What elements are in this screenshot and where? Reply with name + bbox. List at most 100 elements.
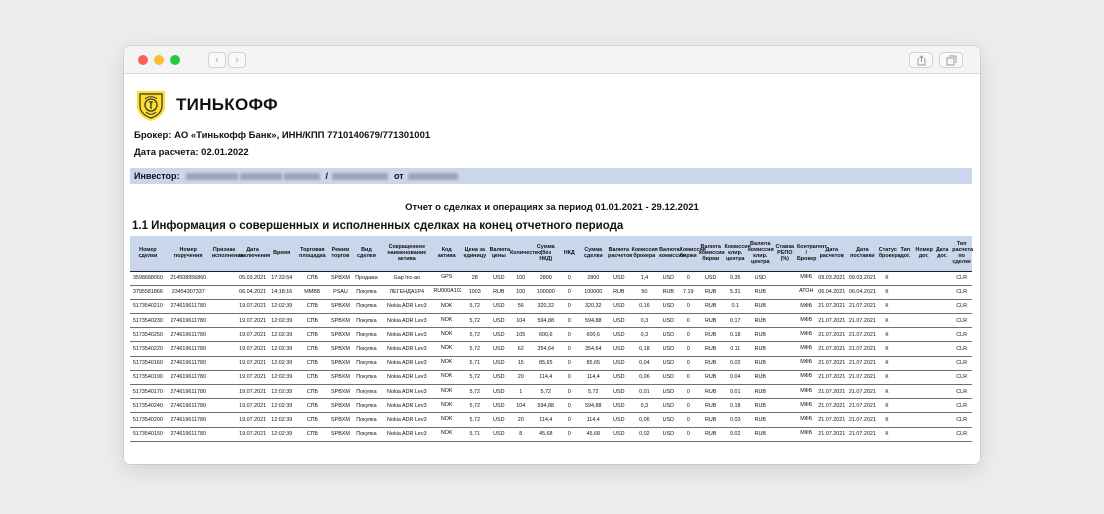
forward-button[interactable]: ›	[228, 52, 246, 68]
column-header: Цена за единицу	[460, 236, 489, 271]
investor-label: Инвестор:	[134, 171, 180, 181]
table-row: 5173540200 274619611780 19.07.2021 12:02:39…	[130, 412, 972, 428]
table-cell	[896, 398, 915, 414]
table-cell: RUB	[746, 356, 774, 371]
table-cell: Nokia ADR Lev3	[381, 327, 433, 343]
tabs-overview-button[interactable]	[939, 52, 963, 68]
table-cell: Покупка	[351, 398, 382, 414]
table-cell: 0	[559, 327, 580, 343]
table-cell: 0	[559, 384, 580, 400]
table-cell: 19.07.2021	[237, 299, 268, 315]
table-cell: USD	[658, 412, 679, 428]
table-cell: RUB	[488, 285, 509, 300]
table-cell: RUB	[746, 412, 774, 428]
table-cell: 17:33:54	[267, 270, 296, 286]
column-header: НКД	[559, 236, 580, 271]
table-cell: 0	[559, 356, 580, 371]
table-cell	[932, 398, 952, 414]
table-cell: МФБ	[796, 398, 817, 414]
table-cell: 21.07.2021	[847, 384, 878, 400]
table-cell: 0	[559, 398, 580, 414]
redacted-text	[239, 172, 282, 180]
table-cell: Nokia ADR Lev3	[381, 398, 433, 414]
table-cell: 0.17	[723, 313, 747, 329]
table-cell: 23454307337	[165, 285, 211, 300]
table-cell: USD	[607, 313, 631, 329]
table-cell: 0,16	[630, 299, 659, 315]
table-cell: 5173540170	[130, 384, 166, 400]
table-cell: 8	[508, 427, 533, 442]
table-cell	[914, 270, 933, 286]
table-cell	[210, 412, 238, 428]
table-cell: К	[877, 327, 897, 343]
table-cell: RUB	[746, 341, 774, 357]
table-cell: 14:18:16	[267, 285, 296, 300]
table-cell: 5,72	[460, 370, 489, 386]
table-cell: 21.07.2021	[847, 341, 878, 357]
table-cell	[773, 341, 797, 357]
table-cell: RUB	[697, 313, 724, 329]
minimize-window-button[interactable]	[154, 55, 164, 65]
table-cell: 0	[559, 285, 580, 300]
table-cell: USD	[658, 356, 679, 371]
table-cell: 0.18	[723, 327, 747, 343]
table-cell	[896, 285, 915, 300]
table-cell: Nokia ADR Lev3	[381, 370, 433, 386]
table-cell: 5173540250	[130, 327, 166, 343]
back-button[interactable]: ‹	[208, 52, 226, 68]
table-cell: RUB	[746, 427, 774, 442]
table-cell: USD	[607, 412, 631, 428]
table-cell: 5,72	[579, 384, 608, 400]
table-cell	[896, 299, 915, 315]
table-cell: RUB	[697, 398, 724, 414]
table-cell: 1003	[460, 285, 489, 300]
table-cell	[914, 356, 933, 371]
table-cell	[914, 285, 933, 300]
table-cell: SPBXM	[329, 356, 352, 371]
table-cell: CLR	[951, 398, 972, 414]
table-cell: USD	[488, 299, 509, 315]
table-row: 3598688060 214508956860 05.03.2021 17:33:54…	[130, 270, 972, 286]
table-cell	[773, 356, 797, 371]
table-body: 3598688060 214508956860 05.03.2021 17:33:54…	[130, 270, 972, 442]
table-cell: 21.07.2021	[847, 356, 878, 371]
table-cell: 21.07.2021	[816, 370, 848, 386]
table-cell: 114,4	[579, 370, 608, 386]
table-cell: Покупка	[351, 427, 382, 442]
table-cell: 0	[678, 384, 698, 400]
zoom-window-button[interactable]	[170, 55, 180, 65]
table-row: 5173540220 274619611780 19.07.2021 12:02:39…	[130, 341, 972, 357]
table-cell: USD	[658, 384, 679, 400]
table-cell: 0	[559, 370, 580, 386]
table-cell: RUB	[697, 327, 724, 343]
table-cell: 19.07.2021	[237, 427, 268, 442]
table-cell: 0	[678, 327, 698, 343]
table-cell: NOK	[432, 341, 461, 357]
table-cell: МФБ	[796, 356, 817, 371]
table-cell: 19.07.2021	[237, 370, 268, 386]
table-cell: СПБ	[295, 270, 330, 286]
table-cell: NOK	[432, 313, 461, 329]
table-cell: Nokia ADR Lev3	[381, 299, 433, 315]
table-row: 5173540230 274619611780 19.07.2021 12:02:39…	[130, 313, 972, 329]
table-cell: CLR	[951, 313, 972, 329]
table-cell: 0	[678, 356, 698, 371]
table-cell: USD	[658, 313, 679, 329]
table-cell: 0	[559, 313, 580, 329]
table-cell: 12:02:39	[267, 398, 296, 414]
table-cell: 594,88	[579, 313, 608, 329]
table-header: Номер сделки Номер поручения Признак испол…	[130, 236, 973, 271]
table-cell: 12:02:39	[267, 427, 296, 442]
table-cell: СПБ	[295, 356, 330, 371]
close-window-button[interactable]	[138, 55, 148, 65]
column-header: Валюта цены	[488, 236, 510, 271]
table-cell: 354,64	[579, 341, 608, 357]
share-button[interactable]	[909, 52, 933, 68]
table-cell: USD	[607, 398, 631, 414]
table-cell	[914, 384, 933, 400]
table-cell: USD	[488, 427, 509, 442]
table-cell	[914, 427, 933, 442]
table-cell: 274619611780	[165, 341, 211, 357]
table-cell: 56	[508, 299, 533, 315]
table-cell: 21.07.2021	[816, 398, 848, 414]
